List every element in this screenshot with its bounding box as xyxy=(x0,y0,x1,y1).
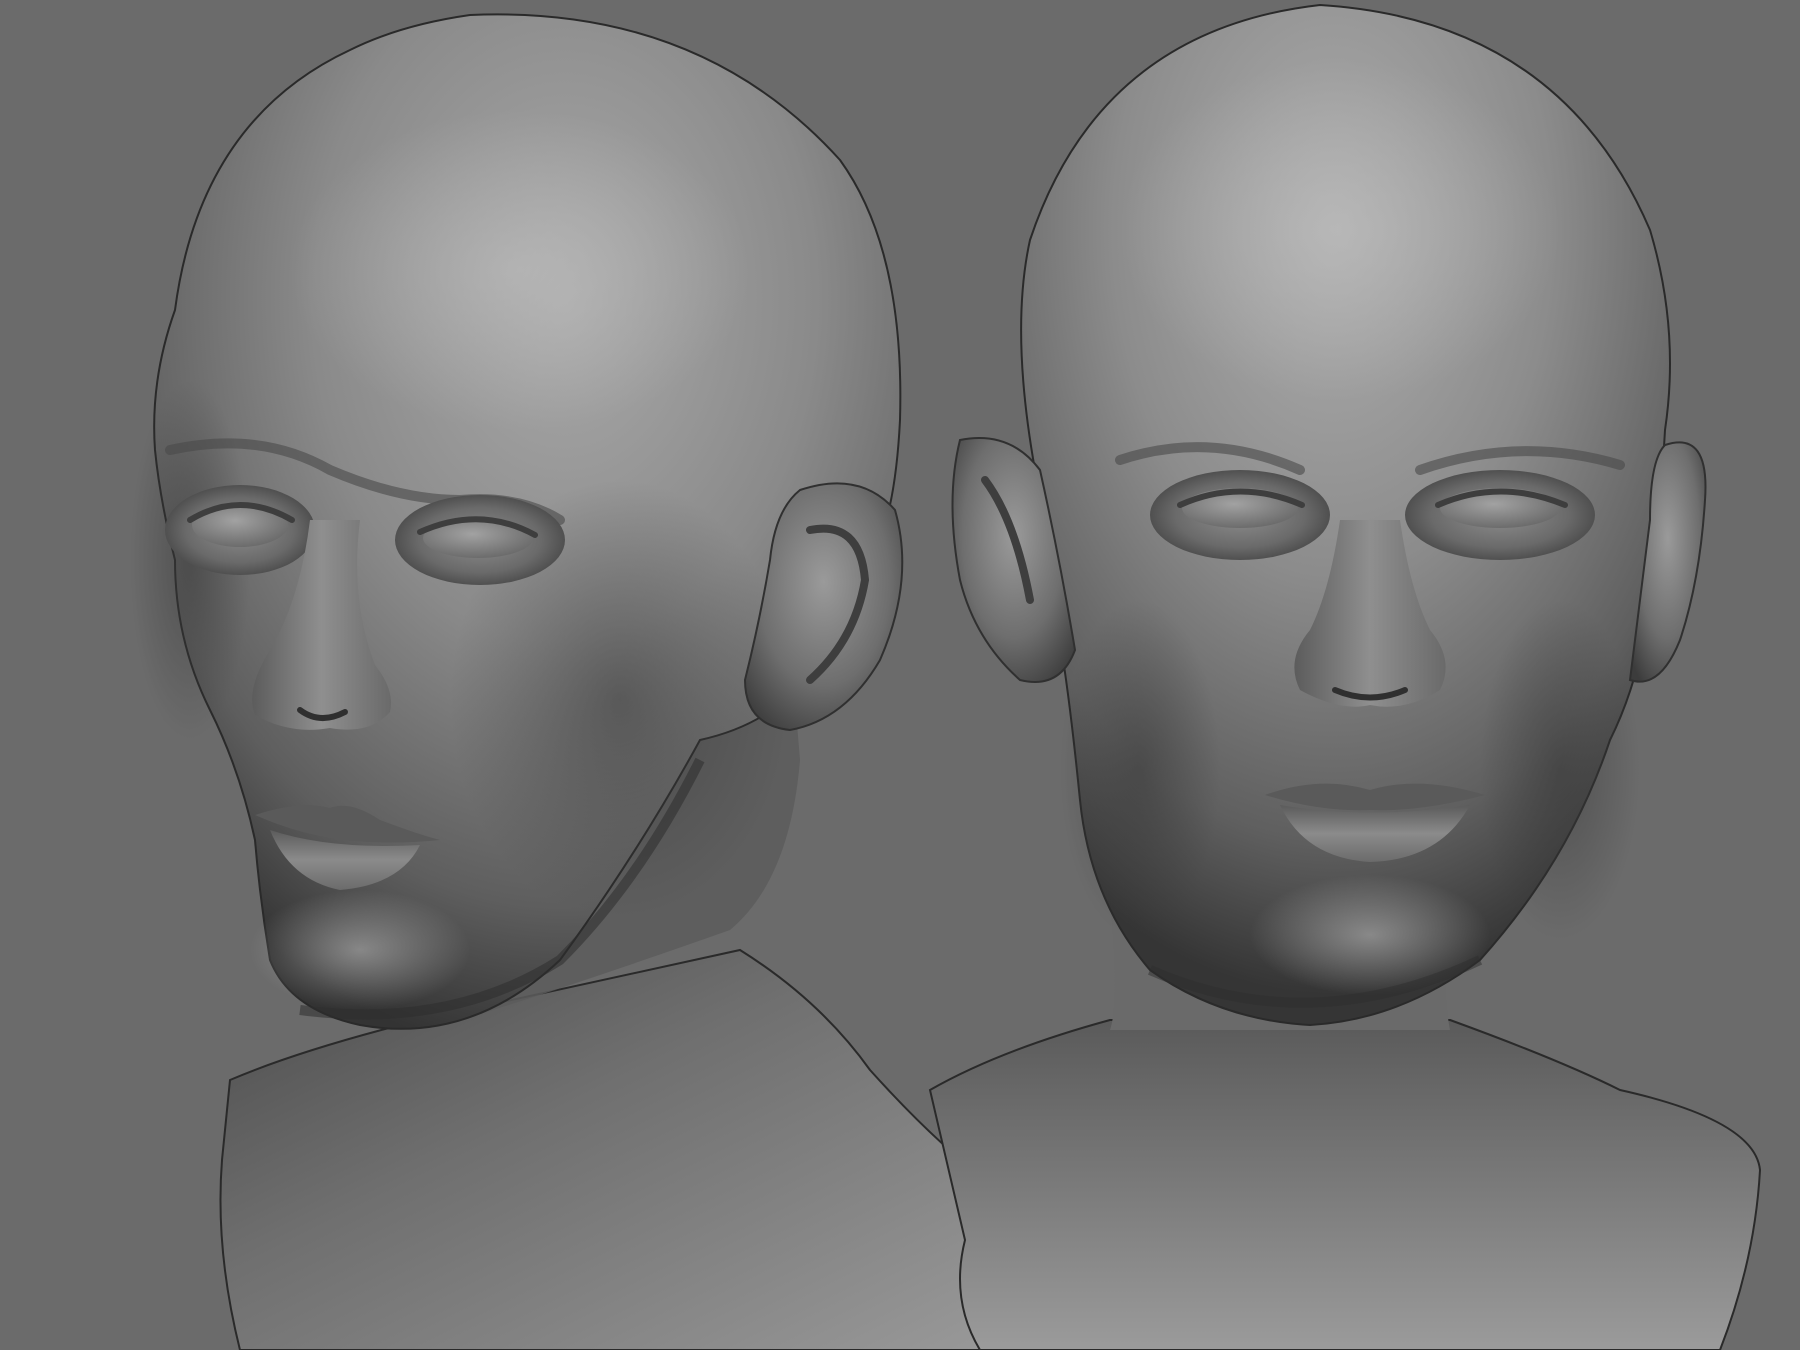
neck-right xyxy=(928,1019,1762,1350)
head-three-quarter-model[interactable] xyxy=(130,13,1027,1350)
forehead-highlight-right xyxy=(1120,60,1560,400)
cheek-shadow-right-b xyxy=(1480,600,1640,940)
cheek-shadow-right-a xyxy=(1060,600,1220,940)
chin-highlight-left xyxy=(250,890,470,1010)
sculpt-scene xyxy=(130,3,1762,1350)
head-front-model[interactable] xyxy=(928,3,1762,1350)
forehead-highlight-left xyxy=(290,110,750,430)
sculpt-viewport[interactable] xyxy=(0,0,1800,1350)
chin-highlight-right xyxy=(1250,875,1490,995)
